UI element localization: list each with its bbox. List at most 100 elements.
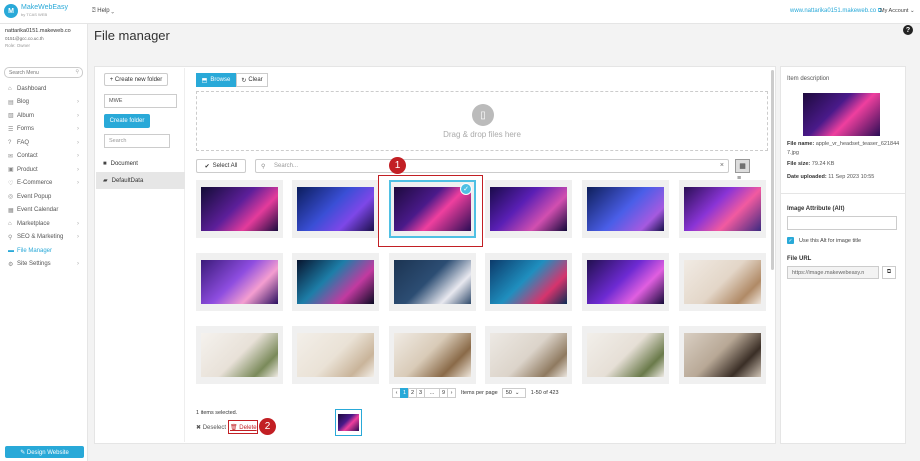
copy-icon[interactable]: ⧉ [882, 266, 896, 279]
file-size-label: File size: [787, 161, 810, 167]
items-per-page-label: Items per page [461, 390, 498, 396]
sidebar: nattarika0151.makeweb.co 0151@gcc.co.uc.… [0, 24, 88, 461]
chevron-down-icon: ⌄ [910, 8, 915, 14]
account-menu[interactable]: My Account ⌄ [880, 8, 915, 14]
file-url-label: File URL [787, 256, 811, 262]
chevron-right-icon: › [77, 153, 79, 159]
menu-icon: ▬ [8, 248, 17, 254]
clear-search-icon[interactable]: × [720, 162, 724, 169]
date-uploaded-label: Date uploaded: [787, 174, 827, 180]
sidebar-item-file-manager[interactable]: ▬File Manager [0, 244, 87, 258]
file-name-row: File name: apple_vr_headset_teaser_62184… [787, 140, 901, 158]
image-thumbnail[interactable] [679, 326, 766, 384]
top-bar: M MakeWebEasy by TCAS WEB ⍰ Help ⌄ www.n… [0, 0, 920, 24]
sidebar-item-event-popup[interactable]: ◎Event Popup [0, 190, 87, 204]
image-thumbnail[interactable] [679, 180, 766, 238]
sidebar-item-marketplace[interactable]: ⌂Marketplace› [0, 217, 87, 231]
file-size-row: File size: 79.24 KB [787, 160, 901, 169]
image-thumbnail[interactable] [582, 326, 669, 384]
account-label: My Account [880, 8, 908, 14]
image-search-input[interactable]: ⚲ Search... × [255, 159, 729, 173]
thumbnail-image [490, 333, 567, 377]
folder-name-input[interactable]: MWE [104, 94, 177, 108]
sidebar-item-faq[interactable]: ?FAQ› [0, 136, 87, 150]
logo-subtitle: by TCAS WEB [21, 11, 68, 18]
scrollbar[interactable] [771, 70, 774, 270]
sidebar-item-forms[interactable]: ☰Forms› [0, 123, 87, 137]
image-thumbnail[interactable] [292, 180, 379, 238]
sidebar-item-label: Site Settings [17, 261, 51, 267]
folder-search-input[interactable]: Search [104, 134, 170, 148]
image-thumbnail[interactable] [292, 253, 379, 311]
logo-name: MakeWebEasy [21, 4, 68, 11]
upload-icon: ⬒ [202, 77, 208, 84]
sidebar-item-product[interactable]: ▣Product› [0, 163, 87, 177]
use-alt-as-title-checkbox[interactable]: ✓ Use this Alt for image title [787, 237, 861, 244]
folder-item-document[interactable]: ■ Document [96, 155, 185, 172]
next-page-button[interactable]: › [447, 388, 456, 398]
page-title: File manager [94, 28, 170, 43]
thumbnail-image [297, 333, 374, 377]
file-url-field[interactable]: https://image.makewebeasy.n [787, 266, 879, 279]
sidebar-item-event-calendar[interactable]: ▦Event Calendar [0, 204, 87, 218]
refresh-icon: ↻ [241, 77, 246, 84]
check-icon: ✔ [205, 163, 210, 170]
image-thumbnail[interactable] [485, 180, 572, 238]
thumbnail-image [297, 260, 374, 304]
sidebar-item-album[interactable]: ▧Album› [0, 109, 87, 123]
thumbnail-image [684, 260, 761, 304]
items-per-page-select[interactable]: 50 ⌄ [502, 388, 526, 398]
image-thumbnail[interactable] [485, 253, 572, 311]
grid-view-icon[interactable]: ▦ [735, 159, 750, 173]
tab-browse[interactable]: ⬒ Browse [196, 73, 236, 87]
menu-icon: ▤ [8, 99, 17, 106]
drop-zone-text: Drag & drop files here [197, 130, 767, 139]
deselect-button[interactable]: ✖ Deselect [196, 424, 226, 431]
create-folder-button[interactable]: Create folder [104, 114, 150, 128]
app-logo[interactable]: M MakeWebEasy by TCAS WEB [4, 4, 68, 18]
thumbnail-image [684, 187, 761, 231]
image-thumbnail[interactable] [582, 253, 669, 311]
sidebar-item-label: Blog [17, 99, 29, 105]
help-menu[interactable]: ⍰ Help ⌄ [92, 8, 114, 15]
menu-search-input[interactable]: Search Menu ⚲ [4, 67, 83, 78]
image-thumbnail[interactable] [679, 253, 766, 311]
image-thumbnail[interactable] [389, 326, 476, 384]
user-role: Role: Owner [5, 42, 82, 49]
design-website-button[interactable]: ✎ Design Website [5, 446, 84, 458]
alt-attribute-input[interactable] [787, 216, 897, 230]
create-new-folder-button[interactable]: + Create new folder [104, 73, 168, 86]
selected-thumbnail[interactable] [335, 409, 362, 436]
image-thumbnail[interactable] [196, 253, 283, 311]
sidebar-item-blog[interactable]: ▤Blog› [0, 96, 87, 110]
image-thumbnail[interactable] [485, 326, 572, 384]
image-thumbnail[interactable] [389, 253, 476, 311]
thumbnail-image [201, 260, 278, 304]
sidebar-item-label: Dashboard [17, 86, 46, 92]
menu-icon: ☰ [8, 126, 17, 133]
sidebar-item-site-settings[interactable]: ⚙Site Settings› [0, 258, 87, 272]
image-thumbnail[interactable] [582, 180, 669, 238]
drop-zone[interactable]: ▯ Drag & drop files here [196, 91, 768, 151]
folder-item-defaultdata[interactable]: ▰ DefaultData [96, 172, 185, 189]
thumbnail-image [201, 333, 278, 377]
thumbnail-image [490, 187, 567, 231]
checkbox-checked-icon: ✓ [787, 237, 794, 244]
tab-clear[interactable]: ↻ Clear [236, 73, 268, 87]
image-thumbnail[interactable] [196, 326, 283, 384]
help-icon[interactable]: ? [903, 25, 913, 35]
menu-icon: ♡ [8, 180, 17, 187]
sidebar-item-contact[interactable]: ✉Contact› [0, 150, 87, 164]
site-link[interactable]: www.nattarika0151.makeweb.co ⧉ [790, 8, 882, 15]
tab-browse-label: Browse [210, 77, 230, 83]
image-thumbnail[interactable] [196, 180, 283, 238]
thumbnail-image [394, 333, 471, 377]
sidebar-item-seo-marketing[interactable]: ⚲SEO & Marketing› [0, 231, 87, 245]
select-all-button[interactable]: ✔ Select All [196, 159, 246, 173]
thumbnail-image [587, 333, 664, 377]
annotation-highlight-selected-image [378, 175, 483, 247]
image-thumbnail[interactable] [292, 326, 379, 384]
sidebar-item-e-commerce[interactable]: ♡E-Commerce› [0, 177, 87, 191]
sidebar-item-dashboard[interactable]: ⌂Dashboard [0, 82, 87, 96]
chevron-right-icon: › [77, 167, 79, 173]
